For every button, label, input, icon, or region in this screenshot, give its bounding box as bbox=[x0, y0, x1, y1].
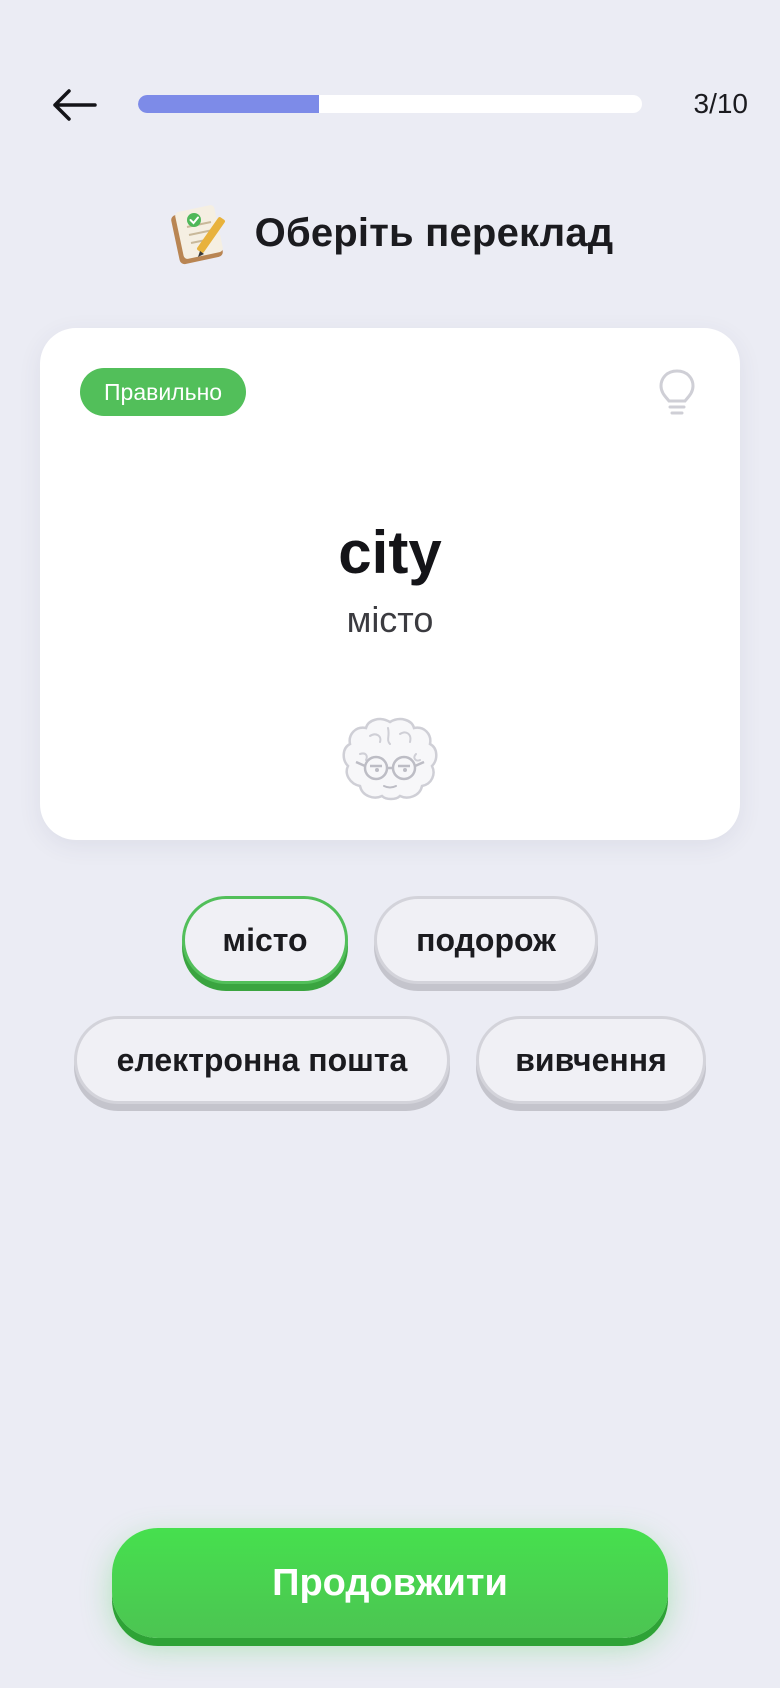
answer-option-1[interactable]: місто bbox=[182, 896, 348, 984]
progress-bar-fill bbox=[138, 95, 320, 113]
hint-button[interactable] bbox=[652, 366, 702, 418]
brain-with-glasses-icon bbox=[342, 717, 438, 801]
answer-option-label: подорож bbox=[416, 921, 556, 958]
word-card: Правильно city місто bbox=[40, 328, 740, 840]
target-word: city bbox=[338, 519, 442, 586]
status-badge: Правильно bbox=[80, 368, 247, 416]
progress-bar bbox=[138, 95, 642, 113]
answer-option-label: вивчення bbox=[515, 1041, 667, 1078]
progress-counter: 3/10 bbox=[693, 88, 749, 119]
answer-option-2[interactable]: подорож bbox=[374, 896, 598, 984]
continue-button[interactable]: Продовжити bbox=[112, 1528, 668, 1638]
lightbulb-icon bbox=[659, 369, 695, 415]
answer-option-3[interactable]: електронна пошта bbox=[74, 1016, 450, 1104]
notebook-pencil-icon bbox=[170, 205, 225, 265]
back-button[interactable] bbox=[44, 76, 104, 134]
exercise-title: Оберіть переклад bbox=[0, 196, 780, 270]
page-title: Оберіть переклад bbox=[254, 210, 614, 255]
answer-option-4[interactable]: вивчення bbox=[476, 1016, 706, 1104]
answer-option-label: місто bbox=[222, 921, 308, 958]
continue-button-label: Продовжити bbox=[272, 1561, 508, 1604]
word-translation: місто bbox=[346, 599, 434, 640]
answer-option-label: електронна пошта bbox=[116, 1041, 408, 1078]
arrow-left-icon bbox=[53, 89, 97, 121]
